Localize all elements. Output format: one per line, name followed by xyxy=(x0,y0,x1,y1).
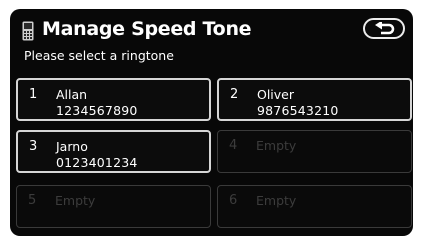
slot-number: 2 xyxy=(230,87,239,102)
contact-name: Oliver xyxy=(257,87,295,102)
phone-icon xyxy=(22,21,34,41)
contact-phone: 9876543210 xyxy=(257,103,339,118)
slot-number: 1 xyxy=(29,87,38,102)
empty-label: Empty xyxy=(256,138,297,153)
speed-tone-slot-5: 5 Empty xyxy=(16,185,211,228)
slot-number: 5 xyxy=(28,193,37,208)
empty-label: Empty xyxy=(55,193,96,208)
speed-tone-slot-2[interactable]: 2 Oliver 9876543210 xyxy=(217,78,412,121)
page-title: Manage Speed Tone xyxy=(42,18,252,40)
speed-tone-slot-1[interactable]: 1 Allan 1234567890 xyxy=(16,78,211,121)
contact-phone: 1234567890 xyxy=(56,103,138,118)
page-subtitle: Please select a ringtone xyxy=(24,48,174,63)
slot-number: 6 xyxy=(229,193,238,208)
slot-number: 3 xyxy=(29,139,38,154)
slot-number: 4 xyxy=(229,138,238,153)
return-arrow-icon xyxy=(375,22,395,35)
speed-tone-screen: Manage Speed Tone Please select a ringto… xyxy=(10,9,413,236)
contact-name: Allan xyxy=(56,87,88,102)
speed-tone-slot-3[interactable]: 3 Jarno 0123401234 xyxy=(16,130,211,173)
contact-phone: 0123401234 xyxy=(56,155,138,170)
back-button[interactable] xyxy=(363,18,405,39)
speed-tone-slot-6: 6 Empty xyxy=(217,185,412,228)
contact-name: Jarno xyxy=(56,139,88,154)
empty-label: Empty xyxy=(256,193,297,208)
speed-tone-slot-4: 4 Empty xyxy=(217,130,412,173)
